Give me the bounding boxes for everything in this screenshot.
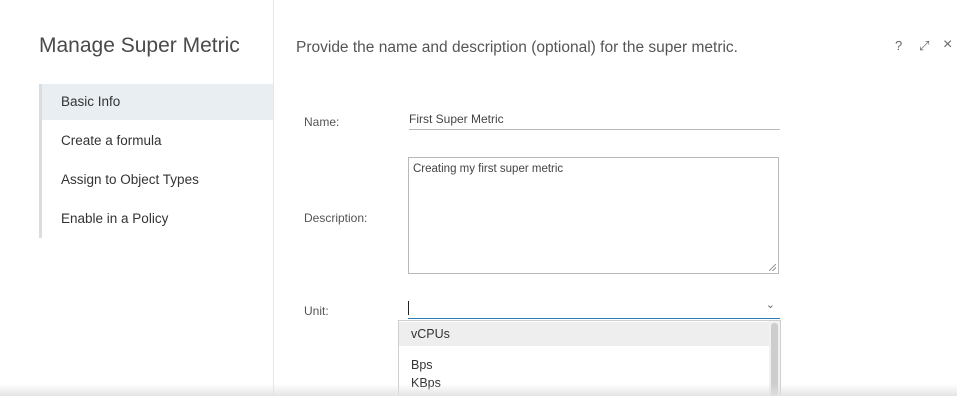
maximize-icon[interactable]: ⤢ — [919, 38, 929, 54]
resize-grip-icon[interactable] — [769, 264, 776, 271]
window-controls: ? ⤢ × — [887, 36, 957, 58]
unit-dropdown-list[interactable]: vCPUs Bps KBps — [398, 320, 781, 396]
chevron-down-icon[interactable]: ⌄ — [766, 298, 775, 311]
option-blank[interactable] — [399, 348, 771, 358]
dropdown-scrollbar[interactable] — [769, 321, 780, 396]
close-icon[interactable]: × — [943, 36, 952, 54]
unit-label: Unit: — [304, 304, 329, 318]
app-title: Manage Super Metric — [39, 34, 240, 57]
sidebar: Manage Super Metric Basic Info Create a … — [0, 0, 274, 396]
step-basic-info[interactable]: Basic Info — [42, 84, 273, 120]
description-text: Creating my first super metric — [413, 163, 564, 175]
name-label: Name: — [304, 115, 340, 129]
option-kbps[interactable]: KBps — [399, 376, 771, 390]
name-field[interactable]: First Super Metric — [409, 112, 780, 130]
page-instruction: Provide the name and description (option… — [296, 39, 738, 56]
step-assign-object-types[interactable]: Assign to Object Types — [42, 162, 273, 198]
option-vcpus[interactable]: vCPUs — [399, 322, 771, 346]
scrollbar-thumb[interactable] — [771, 323, 778, 396]
option-bps[interactable]: Bps — [399, 358, 771, 372]
text-cursor — [408, 301, 409, 315]
description-textarea[interactable]: Creating my first super metric — [408, 157, 779, 274]
step-create-formula[interactable]: Create a formula — [42, 123, 273, 159]
unit-select[interactable]: ⌄ — [408, 298, 780, 319]
wizard-steps: Basic Info Create a formula Assign to Ob… — [39, 84, 276, 238]
help-icon[interactable]: ? — [895, 38, 902, 53]
step-enable-policy[interactable]: Enable in a Policy — [42, 201, 273, 237]
description-label: Description: — [304, 211, 368, 225]
